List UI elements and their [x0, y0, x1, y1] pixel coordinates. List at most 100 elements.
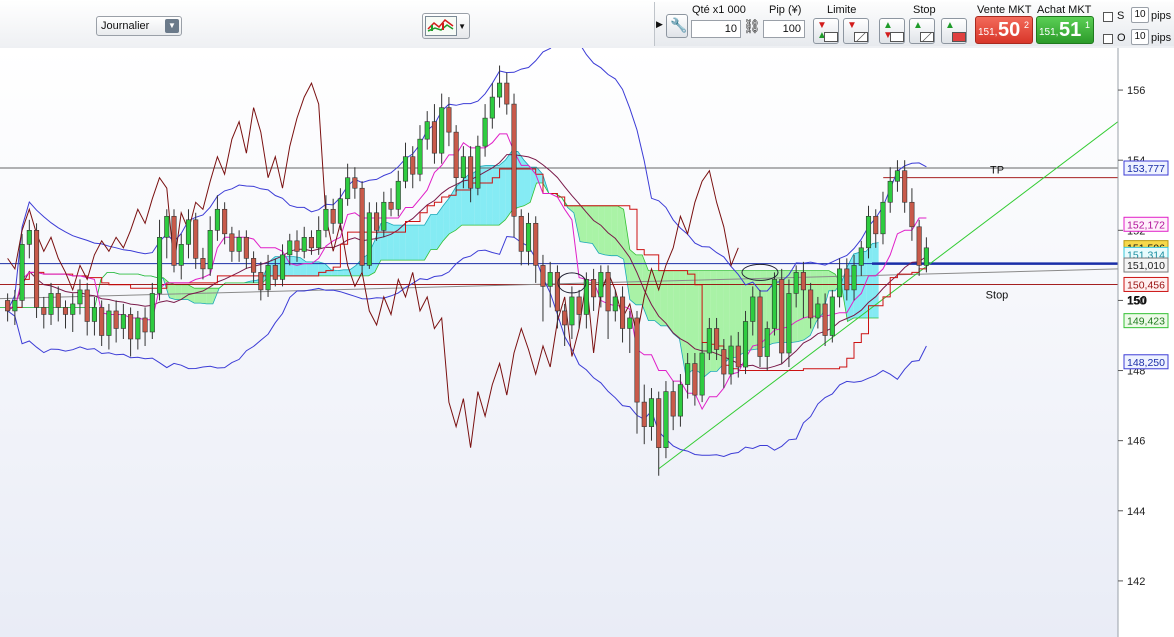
- chart-indicator-icon: [425, 16, 457, 36]
- candle-bull: [48, 293, 54, 315]
- chevron-down-icon[interactable]: ▼: [458, 22, 466, 31]
- s-checkbox[interactable]: [1103, 12, 1113, 22]
- y-tick-label: 144: [1127, 506, 1145, 518]
- limit-buy-button[interactable]: ▼ ▲: [813, 18, 839, 44]
- arrow-up-icon: ▲: [945, 20, 955, 31]
- candle-bull: [149, 293, 155, 333]
- candle-bull: [699, 352, 705, 396]
- candle-bear: [41, 307, 47, 315]
- price-tag-label: 153,777: [1127, 163, 1165, 175]
- cloud-segment: [629, 249, 636, 305]
- cloud-segment: [387, 222, 394, 261]
- order-panel: ▶ 🔧 Qté x1 000 10 ⛓ Pip (¥) 100 Limite ▼…: [654, 2, 1174, 46]
- candle-bull: [880, 201, 886, 235]
- line-label-stop: Stop: [986, 289, 1009, 301]
- candle-bear: [735, 345, 741, 368]
- wrench-icon: 🔧: [670, 17, 688, 33]
- candle-bear: [222, 208, 228, 235]
- candle-bear: [62, 307, 69, 315]
- candle-bull: [106, 310, 112, 336]
- price-tag-label: 149,423: [1127, 316, 1165, 328]
- candle-bull: [764, 328, 770, 357]
- stop-trailing-button[interactable]: ▲: [941, 18, 967, 44]
- pip-input[interactable]: 100: [763, 20, 805, 38]
- candle-bull: [460, 156, 466, 179]
- cloud-segment: [729, 270, 736, 359]
- candle-bull: [612, 296, 618, 312]
- line-label-tp: TP: [990, 165, 1004, 177]
- candle-bull: [627, 317, 633, 329]
- sell-price-prefix: 151,: [978, 27, 998, 38]
- candle-bear: [352, 177, 358, 189]
- candle-bear: [779, 279, 785, 354]
- candle-bull: [583, 279, 589, 315]
- period-select-value: Journalier: [101, 20, 150, 32]
- buy-price-prefix: 151,: [1039, 27, 1059, 38]
- candle-bull: [663, 391, 669, 448]
- candle-bull: [742, 321, 749, 368]
- candle-bull: [865, 215, 872, 249]
- candle-bear: [641, 401, 647, 427]
- price-tag-label: 152,172: [1127, 219, 1165, 231]
- qty-input[interactable]: 10: [691, 20, 741, 38]
- candle-bull: [475, 145, 481, 189]
- candle-bull: [279, 254, 286, 280]
- wrench-button[interactable]: 🔧: [666, 14, 688, 38]
- candle-bull: [156, 237, 163, 294]
- candle-bull: [316, 230, 322, 249]
- candle-bear: [714, 328, 720, 350]
- candle-bear: [243, 237, 249, 259]
- period-select[interactable]: Journalier ▼: [96, 16, 182, 36]
- link-icon[interactable]: ⛓: [743, 18, 761, 35]
- candle-bull: [417, 138, 423, 175]
- candle-bear: [308, 237, 315, 249]
- candle-bull: [923, 247, 929, 266]
- qty-label: Qté x1 000: [692, 4, 746, 16]
- candle-bull: [19, 244, 25, 301]
- candle-bear: [504, 82, 510, 105]
- candle-bull: [786, 293, 792, 354]
- arrow-down-icon: ▼: [847, 20, 857, 31]
- candle-bear: [99, 307, 105, 336]
- limit-edit-button[interactable]: ▼: [843, 18, 869, 44]
- sell-price-sup: 2: [1024, 20, 1030, 30]
- candle-bull: [728, 345, 734, 375]
- candle-bull: [77, 289, 83, 305]
- indicator-tool-button[interactable]: ▼: [422, 13, 470, 39]
- stop-buy-button[interactable]: ▲ ▼: [879, 18, 905, 44]
- play-icon[interactable]: ▶: [656, 19, 663, 30]
- candle-bear: [511, 103, 517, 217]
- candle-bull: [482, 117, 488, 147]
- arrow-up-icon: ▲: [913, 20, 923, 31]
- candle-bear: [757, 296, 763, 357]
- sell-label: Vente MKT: [977, 4, 1032, 16]
- candle-bear: [533, 222, 539, 266]
- sell-market-button[interactable]: 151, 50 2: [975, 16, 1033, 44]
- candle-bear: [902, 170, 908, 203]
- s-pips-input[interactable]: 10: [1131, 7, 1149, 23]
- chevron-down-icon[interactable]: ▼: [165, 19, 179, 33]
- candle-bear: [844, 268, 850, 291]
- y-tick-label: 156: [1127, 85, 1145, 97]
- stop-edit-button[interactable]: ▲: [909, 18, 935, 44]
- candle-bear: [576, 296, 582, 315]
- y-tick-label: 142: [1127, 576, 1145, 588]
- stop-marker-icon: [952, 32, 966, 42]
- candle-bear: [171, 215, 177, 266]
- buy-market-button[interactable]: 151, 51 1: [1036, 16, 1094, 44]
- price-chart[interactable]: TPStop 142144146148150152154156150 153,7…: [0, 48, 1174, 637]
- o-pips-input[interactable]: 10: [1131, 29, 1149, 45]
- order-line-icon: [890, 32, 904, 42]
- o-checkbox[interactable]: [1103, 34, 1113, 44]
- cloud-segment: [393, 225, 400, 261]
- candle-bear: [34, 230, 40, 308]
- candle-bear: [359, 187, 365, 266]
- cloud-segment: [598, 205, 605, 255]
- candle-bull: [214, 208, 220, 231]
- candle-bear: [822, 303, 828, 336]
- candle-bear: [410, 156, 416, 175]
- candle-bull: [569, 296, 575, 326]
- candle-bull: [366, 212, 372, 266]
- candle-bull: [236, 237, 242, 252]
- pencil-icon: [854, 32, 868, 42]
